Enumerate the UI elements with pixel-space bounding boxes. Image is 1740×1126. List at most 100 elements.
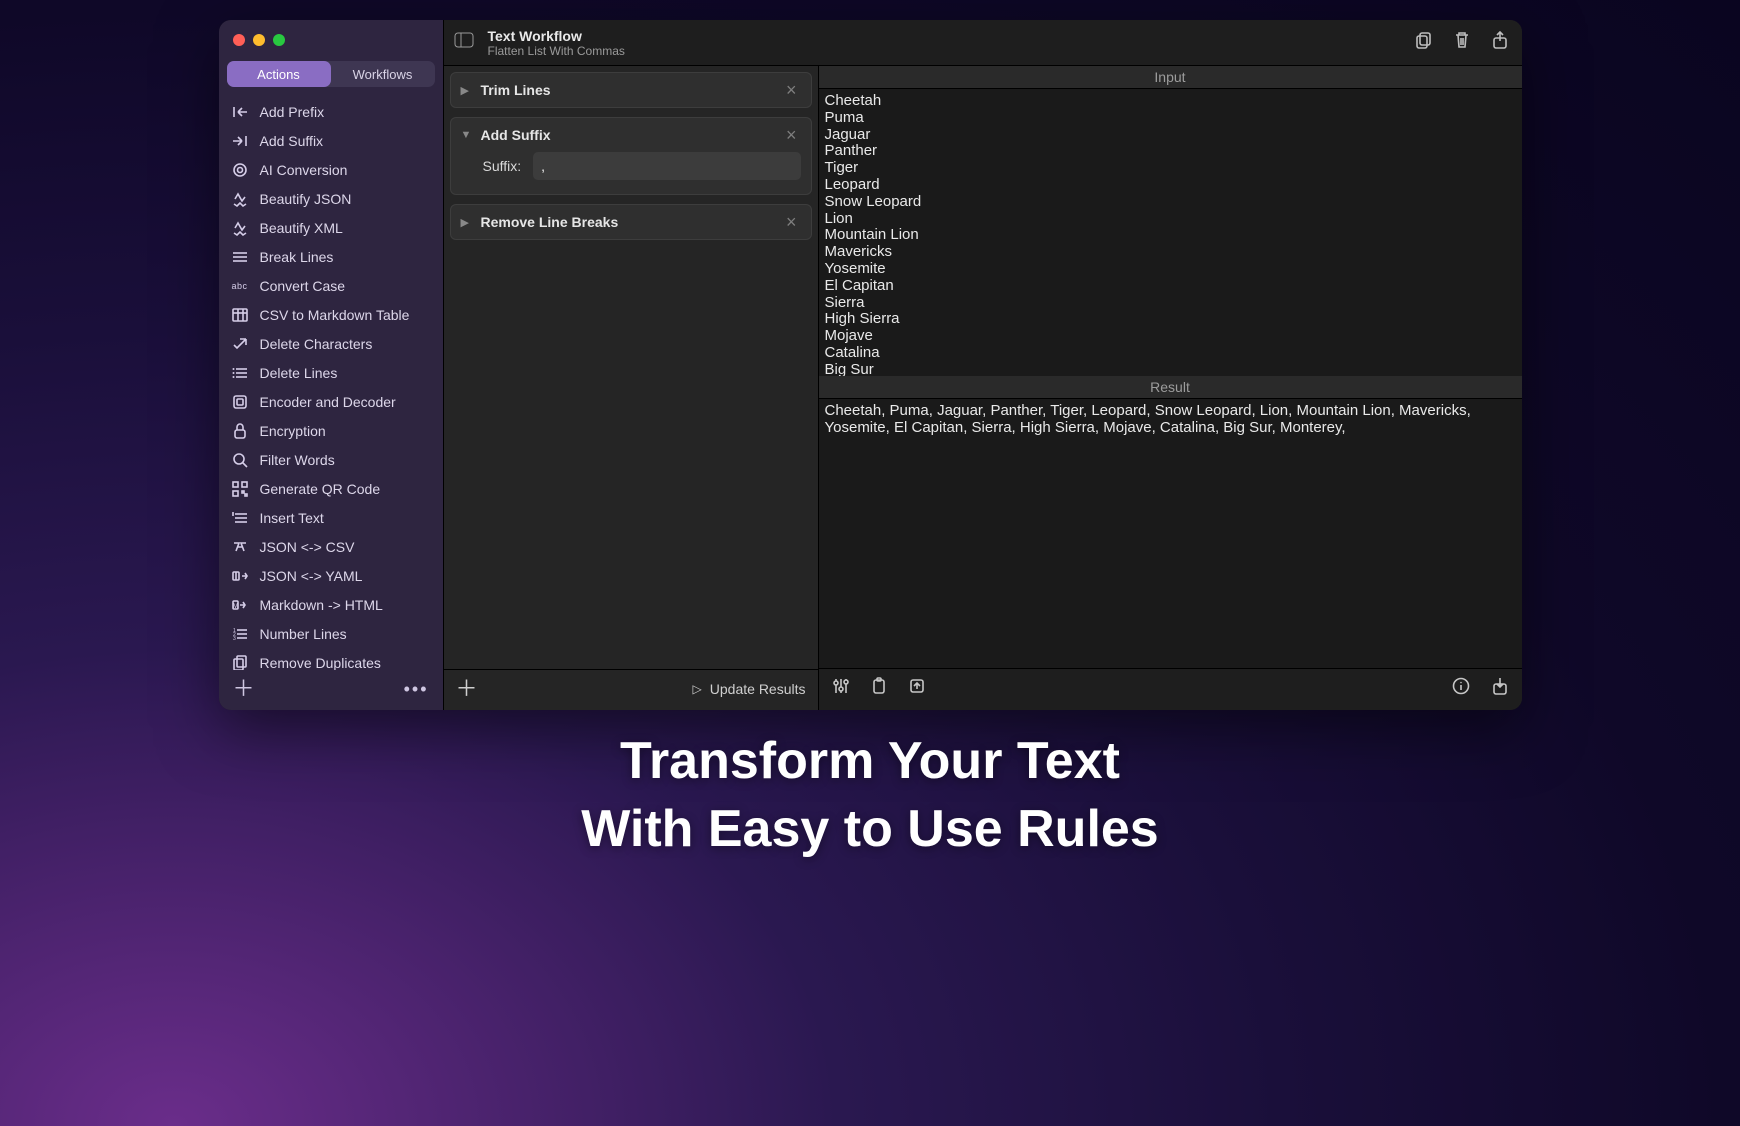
- copy-workflow-button[interactable]: [1414, 31, 1432, 54]
- step-name: Remove Line Breaks: [481, 214, 619, 230]
- action-label: Markdown -> HTML: [260, 597, 383, 613]
- action-label: Encryption: [260, 423, 326, 439]
- action-icon: [231, 105, 249, 119]
- app-title: Text Workflow: [488, 28, 625, 44]
- input-text[interactable]: Cheetah Puma Jaguar Panther Tiger Leopar…: [819, 89, 1522, 376]
- action-item[interactable]: 123 Number Lines: [219, 619, 443, 648]
- action-icon: 123: [231, 627, 249, 641]
- action-icon: M: [231, 598, 249, 612]
- action-label: Filter Words: [260, 452, 335, 468]
- action-icon: [231, 423, 249, 439]
- sidebar: Actions Workflows Add Prefix Add Suffix AI…: [219, 20, 444, 710]
- action-label: JSON <-> CSV: [260, 539, 355, 555]
- action-item[interactable]: Encryption: [219, 416, 443, 445]
- update-results-label: Update Results: [710, 681, 806, 697]
- action-item[interactable]: Generate QR Code: [219, 474, 443, 503]
- action-label: AI Conversion: [260, 162, 348, 178]
- window-controls: [219, 20, 443, 56]
- action-item[interactable]: Add Prefix: [219, 97, 443, 126]
- action-icon: [231, 511, 249, 525]
- action-icon: [231, 337, 249, 351]
- action-item[interactable]: Break Lines: [219, 242, 443, 271]
- action-icon: [231, 134, 249, 148]
- step-header[interactable]: ▶ Trim Lines ×: [451, 73, 811, 107]
- step-header[interactable]: ▶ Remove Line Breaks ×: [451, 205, 811, 239]
- add-step-button[interactable]: ＋: [456, 678, 478, 700]
- remove-step-button[interactable]: ×: [782, 126, 801, 144]
- action-item[interactable]: Remove Duplicates: [219, 648, 443, 670]
- action-label: CSV to Markdown Table: [260, 307, 410, 323]
- step-name: Add Suffix: [481, 127, 551, 143]
- result-text[interactable]: Cheetah, Puma, Jaguar, Panther, Tiger, L…: [819, 399, 1522, 668]
- action-item[interactable]: abcConvert Case: [219, 271, 443, 300]
- action-item[interactable]: Filter Words: [219, 445, 443, 474]
- input-label: Input: [819, 66, 1522, 89]
- workflow-name: Flatten List With Commas: [488, 44, 625, 58]
- action-icon: [231, 394, 249, 410]
- action-label: JSON <-> YAML: [260, 568, 363, 584]
- action-label: Break Lines: [260, 249, 334, 265]
- action-icon: [231, 191, 249, 207]
- action-icon: [231, 452, 249, 468]
- action-item[interactable]: JSON <-> CSV: [219, 532, 443, 561]
- close-window-button[interactable]: [233, 34, 245, 46]
- action-label: Delete Characters: [260, 336, 373, 352]
- settings-button[interactable]: [833, 677, 849, 700]
- action-item[interactable]: M Markdown -> HTML: [219, 590, 443, 619]
- action-item[interactable]: CSV to Markdown Table: [219, 300, 443, 329]
- action-icon: [231, 251, 249, 263]
- info-button[interactable]: [1452, 677, 1470, 700]
- action-label: Add Suffix: [260, 133, 324, 149]
- action-label: Beautify XML: [260, 220, 343, 236]
- tab-actions[interactable]: Actions: [227, 61, 331, 87]
- add-action-button[interactable]: ＋: [233, 678, 255, 700]
- share-button[interactable]: [1492, 31, 1508, 54]
- input-section: Input Cheetah Puma Jaguar Panther Tiger …: [819, 66, 1522, 376]
- remove-step-button[interactable]: ×: [782, 81, 801, 99]
- io-footer: [819, 668, 1522, 710]
- sidebar-footer: ＋ •••: [219, 670, 443, 710]
- zoom-window-button[interactable]: [273, 34, 285, 46]
- remove-step-button[interactable]: ×: [782, 213, 801, 231]
- result-section: Result Cheetah, Puma, Jaguar, Panther, T…: [819, 376, 1522, 668]
- window-titles: Text Workflow Flatten List With Commas: [488, 28, 625, 58]
- action-label: Number Lines: [260, 626, 347, 642]
- suffix-input[interactable]: [533, 152, 800, 180]
- action-label: Insert Text: [260, 510, 324, 526]
- action-icon: [231, 220, 249, 236]
- action-item[interactable]: JSON <-> YAML: [219, 561, 443, 590]
- action-item[interactable]: Delete Lines: [219, 358, 443, 387]
- update-results-button[interactable]: ▷ Update Results: [693, 681, 806, 697]
- field-label: Suffix:: [483, 158, 522, 174]
- export-button[interactable]: [1492, 677, 1508, 700]
- minimize-window-button[interactable]: [253, 34, 265, 46]
- action-icon: [231, 655, 249, 671]
- actions-list: Add Prefix Add Suffix AI Conversion Beautif…: [219, 95, 443, 670]
- action-icon: [231, 481, 249, 497]
- action-item[interactable]: Encoder and Decoder: [219, 387, 443, 416]
- action-item[interactable]: Add Suffix: [219, 126, 443, 155]
- action-item[interactable]: Beautify JSON: [219, 184, 443, 213]
- action-icon: [231, 162, 249, 178]
- sidebar-more-button[interactable]: •••: [404, 679, 429, 700]
- play-icon: ▷: [693, 682, 702, 696]
- clipboard-button[interactable]: [871, 677, 887, 700]
- action-item[interactable]: Delete Characters: [219, 329, 443, 358]
- io-panel: Input Cheetah Puma Jaguar Panther Tiger …: [819, 66, 1522, 710]
- action-icon: [231, 569, 249, 583]
- action-icon: abc: [231, 281, 249, 291]
- delete-button[interactable]: [1454, 31, 1470, 54]
- disclosure-icon: ▼: [461, 129, 471, 141]
- action-label: Delete Lines: [260, 365, 338, 381]
- steps-footer: ＋ ▷ Update Results: [444, 669, 818, 710]
- svg-text:3: 3: [233, 636, 236, 641]
- action-item[interactable]: Beautify XML: [219, 213, 443, 242]
- action-icon: [231, 540, 249, 554]
- step-header[interactable]: ▼ Add Suffix ×: [451, 118, 811, 152]
- toggle-sidebar-button[interactable]: [454, 32, 474, 53]
- workflow-step: ▼ Add Suffix × Suffix:: [450, 117, 812, 195]
- open-external-button[interactable]: [909, 678, 925, 699]
- action-item[interactable]: AI Conversion: [219, 155, 443, 184]
- tab-workflows[interactable]: Workflows: [331, 61, 435, 87]
- action-item[interactable]: Insert Text: [219, 503, 443, 532]
